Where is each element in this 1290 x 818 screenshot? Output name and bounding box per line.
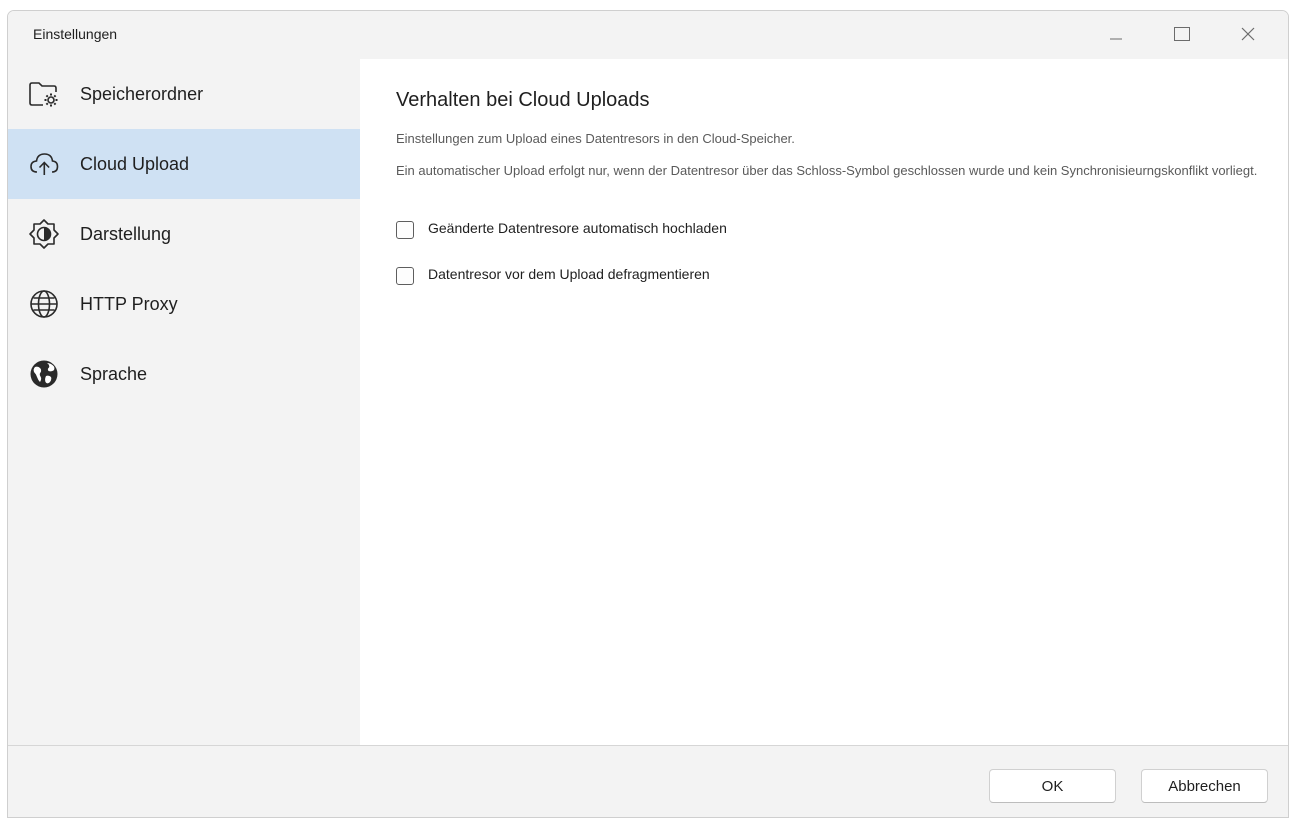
section-note: Ein automatischer Upload erfolgt nur, we… — [396, 163, 1258, 178]
defragment-label: Datentresor vor dem Upload defragmentier… — [428, 266, 710, 282]
brightness-icon — [27, 217, 61, 251]
auto-upload-option[interactable]: Geänderte Datentresore automatisch hochl… — [396, 220, 727, 239]
section-description: Einstellungen zum Upload eines Datentres… — [396, 131, 795, 146]
cancel-button[interactable]: Abbrechen — [1141, 769, 1268, 803]
auto-upload-label: Geänderte Datentresore automatisch hochl… — [428, 220, 727, 236]
sidebar-item-label: Speicherordner — [80, 83, 204, 104]
close-button[interactable] — [1225, 11, 1271, 57]
close-icon — [1241, 27, 1255, 41]
settings-window: Einstellungen Speicherordner Cloud Uploa… — [7, 10, 1289, 818]
window-title: Einstellungen — [33, 26, 118, 42]
settings-sidebar: Speicherordner Cloud Upload Darstellung … — [8, 59, 360, 745]
section-title: Verhalten bei Cloud Uploads — [396, 89, 650, 111]
sidebar-item-label: Darstellung — [80, 223, 172, 244]
dialog-footer: OK Abbrechen — [8, 745, 1288, 817]
sidebar-item-label: Sprache — [80, 363, 148, 384]
sidebar-item-speicherordner[interactable]: Speicherordner — [8, 59, 360, 129]
sidebar-item-label: HTTP Proxy — [80, 293, 178, 314]
cloud-upload-icon — [27, 147, 61, 181]
globe-grid-icon — [27, 287, 61, 321]
sidebar-item-darstellung[interactable]: Darstellung — [8, 199, 360, 269]
title-bar: Einstellungen — [8, 11, 1288, 59]
sidebar-item-sprache[interactable]: Sprache — [8, 339, 360, 409]
auto-upload-checkbox[interactable] — [396, 221, 414, 239]
sidebar-item-label: Cloud Upload — [80, 153, 190, 174]
minimize-button[interactable] — [1093, 11, 1139, 57]
ok-button[interactable]: OK — [989, 769, 1116, 803]
defragment-option[interactable]: Datentresor vor dem Upload defragmentier… — [396, 266, 710, 285]
defragment-checkbox[interactable] — [396, 267, 414, 285]
globe-filled-icon — [27, 357, 61, 391]
folder-gear-icon — [27, 77, 61, 111]
minimize-icon — [1110, 38, 1122, 40]
sidebar-item-cloud-upload[interactable]: Cloud Upload — [8, 129, 360, 199]
maximize-icon — [1174, 27, 1190, 41]
sidebar-item-http-proxy[interactable]: HTTP Proxy — [8, 269, 360, 339]
settings-content: Verhalten bei Cloud Uploads Einstellunge… — [360, 59, 1288, 745]
maximize-button[interactable] — [1159, 11, 1205, 57]
